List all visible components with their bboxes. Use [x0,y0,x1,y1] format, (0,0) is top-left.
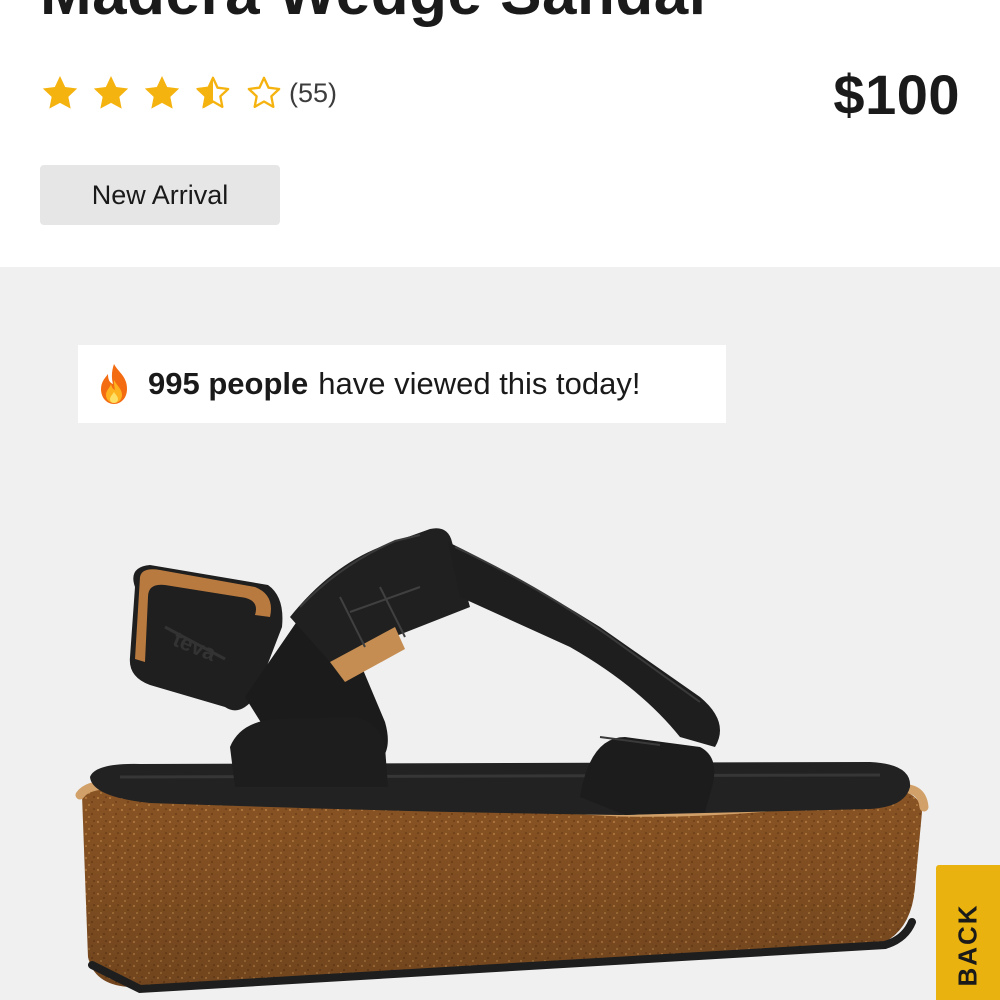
feedback-tab-button[interactable]: BACK [936,865,1000,1000]
feedback-tab-label: BACK [952,903,983,987]
star-empty-icon [244,73,284,113]
star-full-icon [40,73,80,113]
viewers-message: have viewed this today! [318,366,641,401]
viewers-count: 995 people [148,366,309,401]
product-price: $100 [833,63,960,126]
fire-icon [96,362,132,406]
new-arrival-badge: New Arrival [40,165,280,225]
star-full-icon [91,73,131,113]
rating-row[interactable]: (55) [40,70,337,116]
product-title: Madera Wedge Sandal [40,0,706,29]
star-rating [40,73,295,113]
star-full-icon [142,73,182,113]
review-count-link[interactable]: (55) [289,78,337,109]
product-image-gallery[interactable]: teva 995 people have viewed this today! … [0,267,1000,1000]
viewers-banner: 995 people have viewed this today! [78,345,726,423]
star-half-icon [193,73,233,113]
